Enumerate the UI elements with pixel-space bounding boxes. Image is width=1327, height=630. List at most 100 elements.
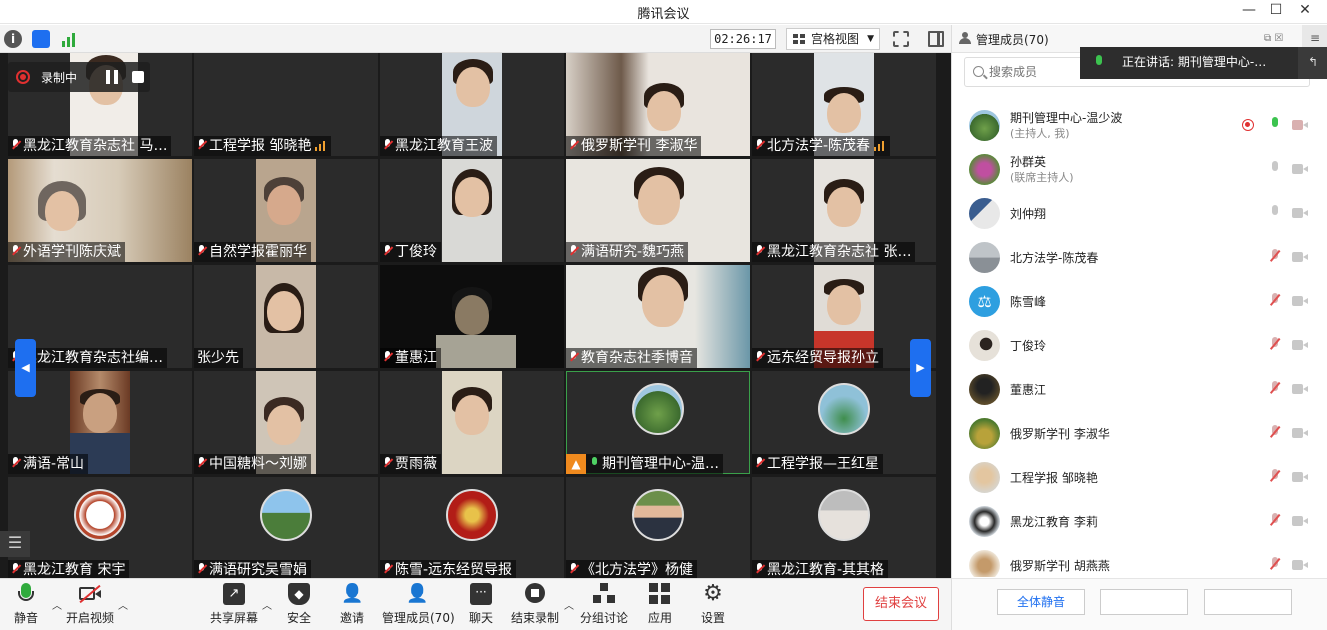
mic-muted-icon xyxy=(755,351,764,363)
fullscreen-icon[interactable] xyxy=(893,31,909,47)
camera-icon[interactable] xyxy=(1292,208,1308,218)
mic-muted-icon[interactable] xyxy=(1270,293,1280,309)
caret-down-icon: ▼ xyxy=(867,34,874,44)
video-tile[interactable]: 黑龙江教育-其其格 xyxy=(752,477,936,580)
maximize-button[interactable]: ☐ xyxy=(1263,0,1289,22)
member-row[interactable]: 孙群英 (联席主持人) xyxy=(952,147,1327,191)
mic-muted-icon[interactable] xyxy=(1270,557,1280,573)
camera-icon[interactable] xyxy=(1292,384,1308,394)
avatar xyxy=(969,418,1000,449)
mic-muted-icon[interactable] xyxy=(1270,469,1280,485)
video-tile[interactable]: 自然学报霍丽华 xyxy=(194,159,378,262)
list-icon[interactable]: ☰ xyxy=(0,531,30,557)
video-tile[interactable]: 教育杂志社季博音 xyxy=(566,265,750,368)
member-row[interactable]: 董惠江 xyxy=(952,367,1327,411)
manage-members-button[interactable]: 👤 管理成员(70) xyxy=(382,583,455,626)
prev-page-button[interactable]: ◀ xyxy=(15,339,36,397)
sidebar-toggle-icon[interactable] xyxy=(928,31,944,47)
video-tile[interactable]: 工程学报 邹晓艳 xyxy=(194,53,378,156)
video-tile[interactable]: 黑龙江教育 宋宇 xyxy=(8,477,192,580)
chevron-up-icon[interactable]: ︿ xyxy=(118,597,128,612)
video-tile[interactable]: 中国糖料～刘娜 xyxy=(194,371,378,474)
member-row[interactable]: 俄罗斯学刊 李淑华 xyxy=(952,411,1327,455)
next-page-button[interactable]: ▶ xyxy=(910,339,931,397)
camera-icon[interactable] xyxy=(1292,164,1308,174)
member-row[interactable]: 北方法学-陈茂春 xyxy=(952,235,1327,279)
avatar xyxy=(969,242,1000,273)
camera-icon[interactable] xyxy=(1292,252,1308,262)
scales-icon: ⚖ xyxy=(969,286,1000,317)
mic-muted-icon[interactable] xyxy=(1270,249,1280,265)
video-tile[interactable]: 满语研究-魏巧燕 xyxy=(566,159,750,262)
camera-off-icon[interactable] xyxy=(1292,120,1308,130)
member-row[interactable]: 黑龙江教育 李莉 xyxy=(952,499,1327,543)
mic-muted-icon[interactable] xyxy=(1270,425,1280,441)
start-video-button[interactable]: 开启视频 xyxy=(58,583,122,626)
view-selector[interactable]: 宫格视图 ▼ xyxy=(786,28,880,50)
invite-button[interactable]: 👤 邀请 xyxy=(320,583,384,626)
video-tile[interactable]: 外语学刊陈庆斌 xyxy=(8,159,192,262)
video-tile[interactable]: 黑龙江教育王波 xyxy=(380,53,564,156)
info-icon[interactable]: i xyxy=(4,30,22,48)
collapse-icon[interactable]: ↰ xyxy=(1298,47,1327,79)
member-row[interactable]: 丁俊玲 xyxy=(952,323,1327,367)
video-tile[interactable]: 黑龙江教育杂志社 张… xyxy=(752,159,936,262)
shield-icon[interactable] xyxy=(32,30,50,48)
record-icon xyxy=(16,70,30,84)
video-tile[interactable]: 远东经贸导报孙立 xyxy=(752,265,936,368)
recording-label: 录制中 xyxy=(41,71,78,85)
tile-name: 黑龙江教育杂志社 张… xyxy=(752,242,916,262)
video-tile[interactable]: 丁俊玲 xyxy=(380,159,564,262)
video-tile[interactable]: 工程学报—王红星 xyxy=(752,371,936,474)
video-tile[interactable]: 《北方法学》杨健 xyxy=(566,477,750,580)
share-screen-button[interactable]: ↗ 共享屏幕 xyxy=(202,583,266,626)
minimize-button[interactable]: — xyxy=(1236,0,1262,22)
microphone-icon xyxy=(15,583,37,605)
mic-muted-icon[interactable] xyxy=(1270,337,1280,353)
member-row[interactable]: 工程学报 邹晓艳 xyxy=(952,455,1327,499)
avatar xyxy=(969,506,1000,537)
end-recording-button[interactable]: 结束录制 xyxy=(503,583,567,626)
mic-muted-icon[interactable] xyxy=(1270,381,1280,397)
video-tile[interactable]: 北方法学-陈茂春 xyxy=(752,53,936,156)
member-row[interactable]: ⚖ 陈雪峰 xyxy=(952,279,1327,323)
stop-recording-button[interactable] xyxy=(132,71,144,83)
member-row[interactable]: 期刊管理中心-温少波 (主持人, 我) xyxy=(952,103,1327,147)
tile-name: 中国糖料～刘娜 xyxy=(194,454,311,474)
signal-bars-icon xyxy=(874,139,887,151)
end-meeting-button[interactable]: 结束会议 xyxy=(863,587,939,621)
breakout-rooms-button[interactable]: 分组讨论 xyxy=(572,583,636,626)
apps-icon xyxy=(649,583,671,605)
video-tile[interactable]: 贾雨薇 xyxy=(380,371,564,474)
signal-icon[interactable] xyxy=(60,30,78,48)
video-tile[interactable]: 满语研究吴雪娟 xyxy=(194,477,378,580)
camera-icon[interactable] xyxy=(1292,516,1308,526)
mic-icon[interactable] xyxy=(1270,205,1280,221)
video-tile-active-speaker[interactable]: ▲ 期刊管理中心-温… xyxy=(566,371,750,474)
recording-indicator: 录制中 xyxy=(8,62,150,92)
more-button[interactable] xyxy=(1204,589,1292,615)
mic-on-icon[interactable] xyxy=(1270,117,1280,133)
camera-icon[interactable] xyxy=(1292,428,1308,438)
mic-muted-icon xyxy=(755,563,764,575)
mute-button[interactable]: 静音 xyxy=(0,583,58,626)
close-button[interactable]: ✕ xyxy=(1292,0,1318,22)
camera-icon[interactable] xyxy=(1292,296,1308,306)
video-tile[interactable]: 俄罗斯学刊 李淑华 xyxy=(566,53,750,156)
camera-icon[interactable] xyxy=(1292,560,1308,570)
member-row[interactable]: 刘仲翔 xyxy=(952,191,1327,235)
members-panel-footer: 全体静音 xyxy=(952,578,1327,630)
pause-recording-button[interactable] xyxy=(106,70,118,84)
camera-icon[interactable] xyxy=(1292,472,1308,482)
video-tile[interactable]: 张少先 xyxy=(194,265,378,368)
mic-icon[interactable] xyxy=(1270,161,1280,177)
video-tile[interactable]: 董惠江 xyxy=(380,265,564,368)
mic-muted-icon[interactable] xyxy=(1270,513,1280,529)
popout-icon[interactable]: ⧉ ☒ xyxy=(1264,33,1283,44)
video-tile[interactable]: 陈雪-远东经贸导报 xyxy=(380,477,564,580)
settings-button[interactable]: ⚙ 设置 xyxy=(681,583,745,626)
unmute-all-button[interactable] xyxy=(1100,589,1188,615)
member-row[interactable]: 俄罗斯学刊 胡燕燕 xyxy=(952,543,1327,577)
mute-all-button[interactable]: 全体静音 xyxy=(997,589,1085,615)
camera-icon[interactable] xyxy=(1292,340,1308,350)
